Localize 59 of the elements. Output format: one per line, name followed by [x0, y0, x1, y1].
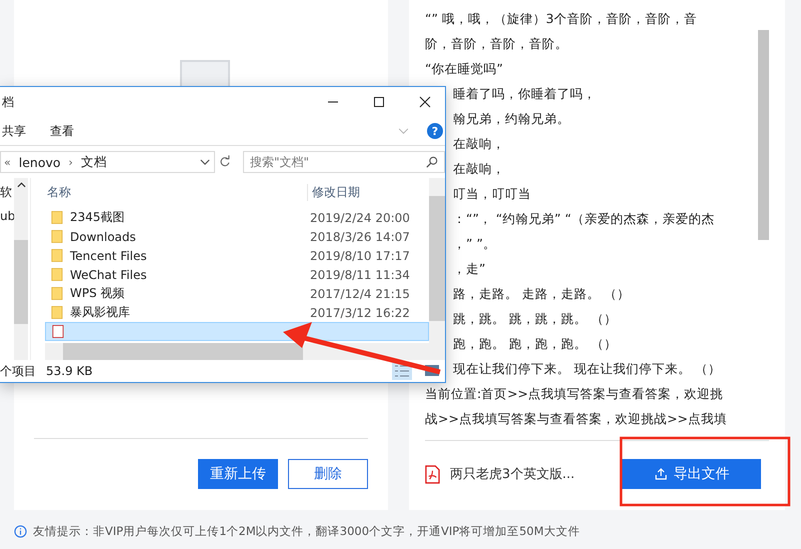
text-line: 在敲响， — [453, 135, 506, 153]
file-row[interactable]: Tencent Files 2019/8/10 17:17 — [45, 246, 429, 265]
file-row[interactable]: WPS 视频 2017/12/4 21:15 — [45, 284, 429, 303]
help-button[interactable]: ? — [427, 123, 443, 139]
file-row[interactable]: 暴风影视库 2017/3/12 16:22 — [45, 303, 429, 322]
folder-icon — [51, 210, 63, 225]
scroll-up-icon[interactable] — [16, 182, 26, 188]
text-line: 路，走路。 走路，走路。 （） — [453, 285, 631, 303]
dropdown-icon[interactable] — [200, 158, 210, 166]
maximize-icon[interactable] — [373, 96, 385, 108]
text-line: 战>>点我填写答案与查看答案，欢迎挑战>>点我填 — [425, 410, 728, 428]
export-button[interactable]: 导出文件 — [622, 459, 761, 489]
text-line: “你在睡觉吗” — [425, 60, 504, 78]
ribbon-tab[interactable]: 查看 — [50, 122, 74, 140]
folder-icon — [51, 248, 63, 263]
text-line: 现在让我们停下来。 现在让我们停下来。 （） — [453, 360, 722, 378]
text-line: 当前位置:首页>>点我填写答案与查看答案，欢迎挑 — [425, 385, 724, 403]
column-header[interactable]: 名称 — [45, 184, 307, 200]
scrollbar[interactable] — [45, 343, 429, 360]
text-line: 阶，音阶，音阶，音阶。 — [425, 35, 569, 53]
search-field[interactable]: 搜索"文档" — [243, 151, 445, 173]
file-row[interactable]: 2345截图 2019/2/24 20:00 — [45, 208, 429, 227]
text-line: 叮当，叮叮当 — [453, 185, 532, 203]
close-icon[interactable] — [419, 96, 431, 108]
info-icon — [14, 525, 27, 538]
upload-icon — [654, 467, 668, 481]
reupload-button[interactable]: 重新上传 — [198, 459, 278, 489]
column-header[interactable]: 修改日期 — [307, 184, 360, 200]
text-line: 翰兄弟，约翰兄弟。 — [453, 110, 571, 128]
folder-icon — [51, 286, 63, 301]
file-name: 两只老虎3个英文版... — [450, 466, 576, 483]
status-text: 53.9 KB — [46, 364, 93, 378]
text-line: 睡着了吗，你睡着了吗， — [453, 85, 597, 103]
file-row[interactable] — [45, 322, 429, 341]
tip-text: 友情提示：非VIP用户每次仅可上传1个2M以内文件，翻译3000个文字，开通VIP将可增加至50M大文件 — [33, 524, 580, 539]
pdf-file-icon — [425, 464, 440, 484]
folder-icon — [51, 267, 63, 282]
text-line: “” 哦，哦，（旋律）3个音阶，音阶，音阶，音 — [425, 10, 698, 28]
delete-button[interactable]: 删除 — [288, 459, 368, 489]
folder-icon — [51, 229, 63, 244]
scrollbar[interactable] — [429, 178, 445, 360]
text-line: ：“”， “约翰兄弟” “（亲爱的杰森，亲爱的杰 — [453, 210, 716, 228]
file-row[interactable]: Downloads 2018/3/26 14:07 — [45, 227, 429, 246]
nav-item[interactable]: ub — [0, 209, 14, 223]
pdf-file-icon — [52, 324, 64, 339]
address-bar[interactable]: « lenovo › 文档 — [0, 151, 216, 173]
text-line: 跑，跑。 跑，跑，跑。 （） — [453, 335, 618, 353]
folder-icon — [51, 305, 63, 320]
text-line: ，” ”。 — [453, 235, 497, 253]
status-text: 个项目 — [0, 362, 36, 380]
file-row[interactable]: WeChat Files 2019/8/11 11:34 — [45, 265, 429, 284]
text-line: 跳，跳。 跳，跳，跳。 （） — [453, 310, 618, 328]
scrollbar[interactable] — [14, 178, 28, 360]
nav-item[interactable]: 软 — [0, 184, 14, 201]
search-icon[interactable] — [426, 156, 438, 168]
text-line: ，走” — [453, 260, 486, 278]
text-line: 在敲响， — [453, 160, 506, 178]
window-title: 档 — [2, 94, 14, 110]
ribbon-tab[interactable]: 共享 — [2, 122, 26, 140]
